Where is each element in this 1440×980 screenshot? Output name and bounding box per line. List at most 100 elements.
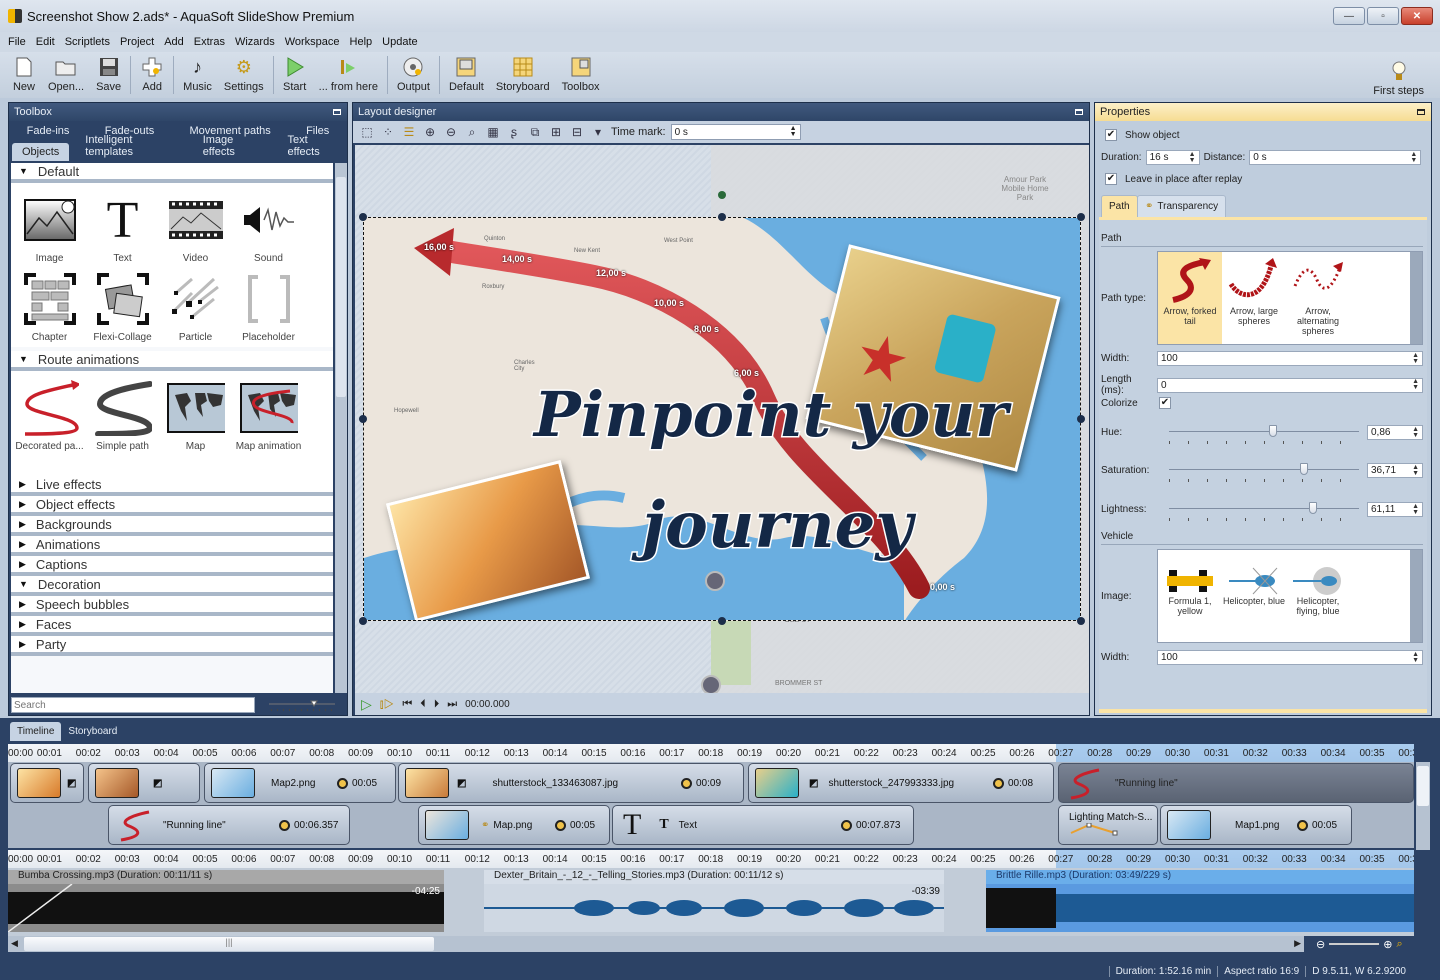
length-input[interactable]: 0 ▲ ▼ bbox=[1157, 377, 1423, 393]
toolbox-search-input[interactable] bbox=[11, 697, 255, 713]
spin-arrows-icon[interactable]: ▲ ▼ bbox=[1412, 352, 1419, 365]
category-object-effects[interactable]: ▶ Object effects bbox=[11, 496, 333, 516]
play-from-here-button[interactable]: ... from here bbox=[313, 52, 384, 96]
vehicle-selector[interactable]: Formula 1, yellow Helicopter, blue Helic… bbox=[1157, 549, 1423, 643]
magnifier-icon[interactable]: ⌕ bbox=[1396, 938, 1402, 951]
path-type-scrollbar[interactable] bbox=[1410, 252, 1422, 344]
timeline-clip-map[interactable]: ⚭ Map.png 00:05 bbox=[418, 805, 610, 845]
close-button[interactable]: ✕ bbox=[1401, 7, 1433, 25]
timeline-clip-running-line[interactable]: "Running line" 00:06.357 bbox=[108, 805, 350, 845]
timeline-clip[interactable]: ◩ bbox=[88, 763, 200, 803]
item-simple-path[interactable]: Simple path bbox=[86, 379, 159, 452]
maximize-button[interactable]: ▫ bbox=[1367, 7, 1399, 25]
item-sound[interactable]: Sound bbox=[232, 191, 305, 264]
category-faces[interactable]: ▶ Faces bbox=[11, 616, 333, 636]
audio-clip-dexter-britain[interactable]: Dexter_Britain_-_12_-_Telling_Stories.mp… bbox=[484, 870, 944, 932]
spin-arrows-icon[interactable]: ▲ ▼ bbox=[1412, 651, 1419, 664]
output-button[interactable]: Output bbox=[391, 52, 436, 96]
item-map-animation[interactable]: Map animation bbox=[232, 379, 305, 452]
previous-frame-icon[interactable]: ⏴ bbox=[420, 698, 426, 711]
zoom-in-icon[interactable]: ⊕ bbox=[1383, 938, 1392, 951]
timeline-horizontal-scrollbar[interactable]: ◀ ||| ▶ bbox=[8, 936, 1304, 952]
audio-clip-bumba-crossing[interactable]: Bumba Crossing.mp3 (Duration: 00:11/11 s… bbox=[8, 870, 444, 932]
grid-icon[interactable]: ▦ bbox=[485, 124, 501, 140]
duration-input[interactable]: 16 s ▲ ▼ bbox=[1145, 150, 1200, 165]
tab-transparency[interactable]: ⚭ Transparency bbox=[1137, 195, 1227, 217]
tab-path[interactable]: Path bbox=[1101, 195, 1138, 217]
slider-knob[interactable] bbox=[1300, 463, 1309, 475]
music-button[interactable]: ♪ Music bbox=[177, 52, 218, 96]
toolbox-scrollbar[interactable] bbox=[335, 163, 347, 693]
icon-size-slider[interactable] bbox=[267, 699, 337, 713]
new-button[interactable]: New bbox=[6, 52, 42, 96]
lightness-slider[interactable] bbox=[1169, 502, 1359, 522]
spin-arrows-icon[interactable]: ▲ ▼ bbox=[1189, 151, 1196, 164]
timeline-clip[interactable]: ◩ bbox=[10, 763, 84, 803]
timeline-clip-map1[interactable]: Map1.png 00:05 bbox=[1160, 805, 1352, 845]
category-captions[interactable]: ▶ Captions bbox=[11, 556, 333, 576]
category-speech-bubbles[interactable]: ▶ Speech bubbles bbox=[11, 596, 333, 616]
item-chapter[interactable]: Chapter bbox=[13, 270, 86, 343]
timeline-clip-shutterstock-133463087[interactable]: ◩ shutterstock_133463087.jpg 00:09 bbox=[398, 763, 744, 803]
hue-slider[interactable] bbox=[1169, 425, 1359, 445]
timeline-clip-shutterstock-247993333[interactable]: ◩ shutterstock_247993333.jpg 00:08 bbox=[748, 763, 1054, 803]
tab-storyboard[interactable]: Storyboard bbox=[61, 722, 124, 741]
saturation-input[interactable]: 36,71 ▲ ▼ bbox=[1367, 463, 1423, 478]
menu-scriptlets[interactable]: Scriptlets bbox=[65, 36, 110, 48]
play-icon[interactable]: ▷ bbox=[361, 696, 372, 713]
hue-input[interactable]: 0,86 ▲ ▼ bbox=[1367, 425, 1423, 440]
resize-handle[interactable] bbox=[718, 213, 726, 221]
zoom-fit-icon[interactable]: ⌕ bbox=[464, 124, 480, 140]
spin-arrows-icon[interactable]: ▲ ▼ bbox=[1412, 503, 1419, 516]
headline-text-line2[interactable]: journey bbox=[641, 487, 915, 565]
resize-handle[interactable] bbox=[359, 415, 367, 423]
spin-arrows-icon[interactable]: ▲ ▼ bbox=[1412, 378, 1419, 391]
menu-file[interactable]: File bbox=[8, 36, 26, 48]
scrollbar-thumb[interactable]: ||| bbox=[24, 937, 434, 951]
points-tool-icon[interactable]: ⁘ bbox=[380, 124, 396, 140]
zoom-out-icon[interactable]: ⊖ bbox=[1316, 938, 1325, 951]
item-text[interactable]: T Text bbox=[86, 191, 159, 265]
menu-extras[interactable]: Extras bbox=[194, 36, 225, 48]
category-route-animations[interactable]: ▼ Route animations bbox=[11, 351, 333, 371]
headline-text-line1[interactable]: Pinpoint your bbox=[533, 377, 1010, 453]
save-button[interactable]: Save bbox=[90, 52, 127, 96]
item-decorated-path[interactable]: Decorated pa... bbox=[13, 379, 86, 452]
item-particle[interactable]: Particle bbox=[159, 270, 232, 343]
category-animations[interactable]: ▶ Animations bbox=[11, 536, 333, 556]
timeline-clip-map2[interactable]: Map2.png 00:05 bbox=[204, 763, 396, 803]
zoom-slider[interactable] bbox=[1329, 943, 1380, 945]
show-object-checkbox[interactable]: ✔ bbox=[1105, 129, 1117, 141]
play-from-here-icon[interactable]: ⫾▷ bbox=[380, 697, 395, 712]
tab-intelligent-templates[interactable]: Intelligent templates bbox=[75, 131, 182, 161]
path-type-arrow-alternating-spheres[interactable]: Arrow, alternating spheres bbox=[1286, 252, 1350, 344]
collapse-icon[interactable]: ⊟ bbox=[569, 124, 585, 140]
item-image[interactable]: Image bbox=[13, 191, 86, 264]
resize-handle[interactable] bbox=[359, 617, 367, 625]
path-type-arrow-large-spheres[interactable]: Arrow, large spheres bbox=[1222, 252, 1286, 344]
move-handle[interactable] bbox=[705, 571, 725, 591]
item-placeholder[interactable]: Placeholder bbox=[232, 270, 305, 343]
timeline-clip-text[interactable]: T T Text 00:07.873 bbox=[612, 805, 914, 845]
maximize-panel-icon[interactable] bbox=[333, 109, 341, 115]
tab-objects[interactable]: Objects bbox=[12, 143, 70, 161]
first-steps-button[interactable]: First steps bbox=[1367, 56, 1430, 100]
scroll-left-icon[interactable]: ◀ bbox=[11, 938, 18, 949]
menu-edit[interactable]: Edit bbox=[36, 36, 55, 48]
align-dropdown-icon[interactable]: ▾ bbox=[590, 124, 606, 140]
menu-add[interactable]: Add bbox=[164, 36, 184, 48]
vehicle-formula1-yellow[interactable]: Formula 1, yellow bbox=[1158, 550, 1222, 642]
resize-handle[interactable] bbox=[1077, 617, 1085, 625]
designer-canvas[interactable]: Amour Park Mobile Home Park DEE ST BROMM… bbox=[355, 145, 1089, 693]
leave-in-place-checkbox[interactable]: ✔ bbox=[1105, 173, 1117, 185]
category-party[interactable]: ▶ Party bbox=[11, 636, 333, 656]
lightness-input[interactable]: 61,11 ▲ ▼ bbox=[1367, 502, 1423, 517]
item-map[interactable]: Map bbox=[159, 379, 232, 452]
category-default[interactable]: ▼ Default bbox=[11, 163, 333, 183]
spin-arrows-icon[interactable]: ▲ ▼ bbox=[1412, 464, 1419, 477]
skip-to-end-icon[interactable]: ⏭ bbox=[447, 698, 457, 711]
next-frame-icon[interactable]: ⏵ bbox=[434, 698, 440, 711]
path-type-arrow-forked-tail[interactable]: Arrow, forked tail bbox=[1158, 252, 1222, 344]
resize-handle[interactable] bbox=[718, 617, 726, 625]
timeline-clip-running-line-selected[interactable]: "Running line" bbox=[1058, 763, 1414, 803]
